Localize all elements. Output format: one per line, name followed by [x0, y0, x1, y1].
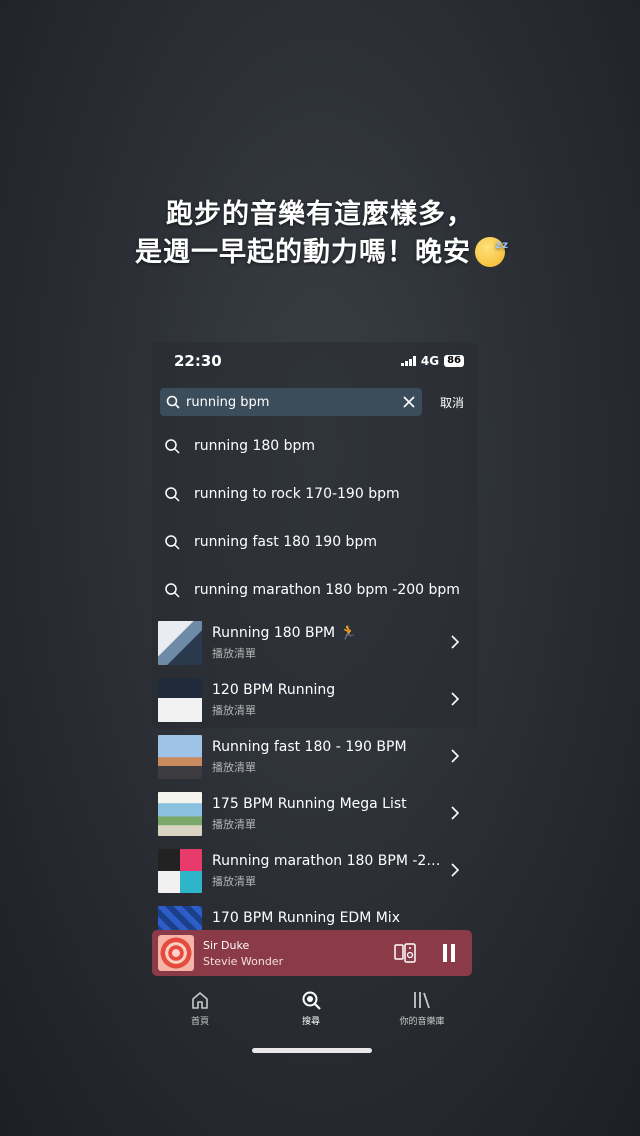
now-playing-song: Sir Duke: [203, 939, 250, 952]
playlist-type: 播放清單: [212, 818, 256, 831]
suggestion-item[interactable]: running fast 180 190 bpm: [164, 530, 377, 554]
playlist-title: Running marathon 180 BPM -200 bpm: [212, 853, 444, 869]
chevron-right-icon: [451, 863, 460, 877]
status-indicators: 4G 86: [400, 354, 464, 368]
playlist-title: 170 BPM Running EDM Mix: [212, 910, 400, 926]
tab-search-label: 搜尋: [301, 1017, 320, 1027]
sleeping-face-icon: [475, 227, 509, 267]
connect-device-icon[interactable]: [394, 943, 416, 963]
playlist-result[interactable]: Running fast 180 - 190 BPM 播放清單: [158, 735, 468, 779]
playlist-type: 播放清單: [212, 875, 256, 888]
suggestion-label: running marathon 180 bpm -200 bpm: [194, 582, 460, 598]
home-indicator: [252, 1048, 372, 1053]
playlist-cover: [158, 621, 202, 665]
mini-player[interactable]: Sir Duke Stevie Wonder: [152, 930, 472, 976]
playlist-title: Running 180 BPM 🏃: [212, 625, 357, 641]
caption-line-2-text: 是週一早起的動力嗎！晚安: [135, 237, 471, 268]
playlist-type: 播放清單: [212, 647, 256, 660]
caption-line-2: 是週一早起的動力嗎！晚安: [0, 227, 640, 272]
tab-home-label: 首頁: [190, 1017, 209, 1027]
story-caption: 跑步的音樂有這麼樣多， 是週一早起的動力嗎！晚安: [0, 196, 640, 272]
playlist-title: 175 BPM Running Mega List: [212, 796, 407, 812]
clear-icon[interactable]: [402, 395, 416, 409]
signal-icon: [400, 356, 416, 366]
pause-icon[interactable]: [442, 944, 456, 962]
chevron-right-icon: [451, 749, 460, 763]
status-bar: 22:30 4G 86: [174, 352, 464, 374]
playlist-type: 播放清單: [212, 704, 256, 717]
battery-icon: 86: [444, 355, 464, 367]
now-playing-artist: Stevie Wonder: [203, 955, 284, 968]
search-icon: [166, 395, 180, 409]
playlist-cover: [158, 735, 202, 779]
playlist-result[interactable]: Running marathon 180 BPM -200 bpm 播放清單: [158, 849, 468, 893]
search-icon: [165, 535, 180, 550]
playlist-cover: [158, 678, 202, 722]
tab-home[interactable]: 首頁: [160, 990, 240, 1027]
playlist-result[interactable]: 120 BPM Running 播放清單: [158, 678, 468, 722]
network-type: 4G: [420, 354, 440, 368]
suggestion-label: running 180 bpm: [194, 438, 316, 454]
suggestion-label: running to rock 170-190 bpm: [194, 486, 400, 502]
playlist-title: 120 BPM Running: [212, 682, 336, 698]
suggestion-label: running fast 180 190 bpm: [194, 534, 377, 550]
search-query: running bpm: [186, 394, 270, 410]
suggestion-item[interactable]: running to rock 170-190 bpm: [164, 482, 400, 506]
search-icon: [165, 439, 180, 454]
suggestion-item[interactable]: running marathon 180 bpm -200 bpm: [164, 578, 460, 602]
playlist-result[interactable]: Running 180 BPM 🏃 播放清單: [158, 621, 468, 665]
suggestion-item[interactable]: running 180 bpm: [164, 434, 315, 458]
status-time: 22:30: [174, 352, 222, 370]
library-icon: [414, 992, 430, 1009]
tab-library-label: 你的音樂庫: [399, 1017, 445, 1027]
playlist-title: Running fast 180 - 190 BPM: [212, 739, 407, 755]
chevron-right-icon: [451, 806, 460, 820]
caption-line-1: 跑步的音樂有這麼樣多，: [166, 199, 474, 230]
now-playing-art: [158, 935, 194, 971]
playlist-cover: [158, 849, 202, 893]
tab-search[interactable]: 搜尋: [271, 990, 351, 1027]
battery-level: 86: [447, 355, 461, 366]
chevron-right-icon: [451, 635, 460, 649]
search-input[interactable]: running bpm: [160, 388, 422, 416]
playlist-type: 播放清單: [212, 761, 256, 774]
chevron-right-icon: [451, 692, 460, 706]
search-icon: [165, 583, 180, 598]
cancel-button[interactable]: 取消: [440, 394, 464, 411]
tab-library[interactable]: 你的音樂庫: [382, 990, 462, 1027]
search-icon: [302, 991, 321, 1010]
playlist-result[interactable]: 175 BPM Running Mega List 播放清單: [158, 792, 468, 836]
search-icon: [165, 487, 180, 502]
home-icon: [192, 992, 208, 1009]
playlist-cover: [158, 792, 202, 836]
